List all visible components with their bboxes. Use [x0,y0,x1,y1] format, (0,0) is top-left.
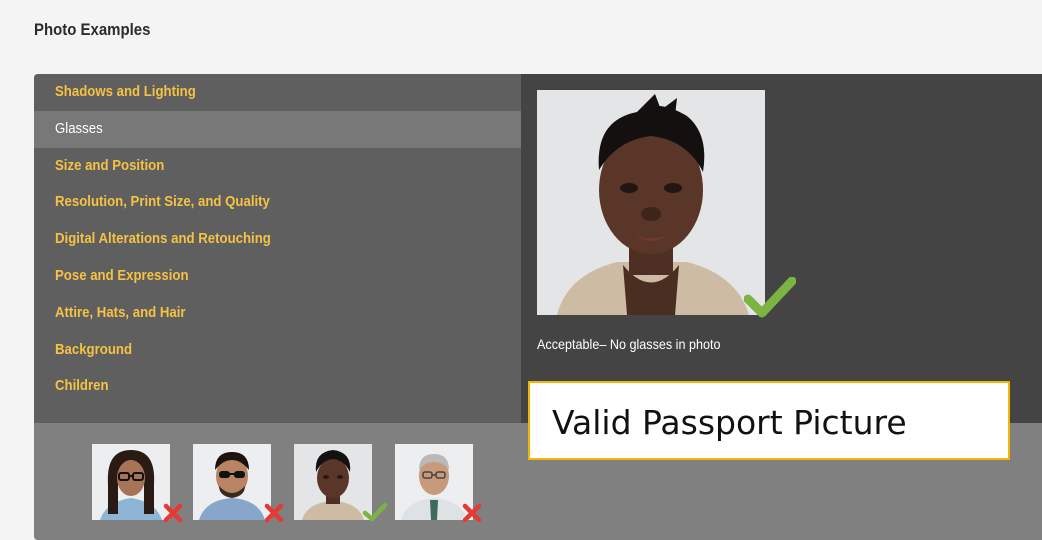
menu-item-digital-alterations[interactable]: Digital Alterations and Retouching [34,221,521,258]
menu-item-label: Glasses [55,119,103,137]
menu-item-label: Shadows and Lighting [55,83,196,100]
menu-item-background[interactable]: Background [34,332,521,369]
menu-item-resolution[interactable]: Resolution, Print Size, and Quality [34,184,521,221]
valid-passport-callout: Valid Passport Picture [528,381,1010,460]
menu-item-shadows-lighting[interactable]: Shadows and Lighting [34,74,521,111]
photo-examples-panel: Shadows and Lighting Glasses Size and Po… [34,74,1042,540]
x-icon [264,503,284,523]
category-menu: Shadows and Lighting Glasses Size and Po… [34,74,521,423]
menu-item-label: Attire, Hats, and Hair [55,303,186,321]
menu-item-label: Digital Alterations and Retouching [55,230,271,248]
caption-text: Acceptable– No glasses in photo [537,336,721,352]
menu-item-size-position[interactable]: Size and Position [34,148,521,185]
thumbnail-man-sunglasses[interactable] [193,444,271,520]
menu-item-glasses[interactable]: Glasses [34,110,521,148]
menu-item-label: Resolution, Print Size, and Quality [55,193,270,211]
menu-item-label: Background [55,340,133,358]
check-icon [744,277,796,318]
page-title: Photo Examples [34,20,151,39]
menu-item-attire-hats-hair[interactable]: Attire, Hats, and Hair [34,295,521,332]
menu-item-pose-expression[interactable]: Pose and Expression [34,258,521,295]
x-icon [462,503,482,523]
thumbnail-woman-glasses[interactable] [92,444,170,520]
example-detail: Acceptable– No glasses in photo [521,74,1042,423]
menu-item-label: Size and Position [55,156,165,174]
menu-item-children[interactable]: Children [34,368,521,405]
check-icon [362,502,388,522]
x-icon [163,503,183,523]
example-photo [537,90,765,315]
example-caption: Acceptable– No glasses in photo [537,336,741,352]
menu-item-label: Pose and Expression [55,266,189,284]
menu-item-label: Children [55,377,109,395]
thumbnail-woman-no-glasses[interactable] [294,444,372,520]
